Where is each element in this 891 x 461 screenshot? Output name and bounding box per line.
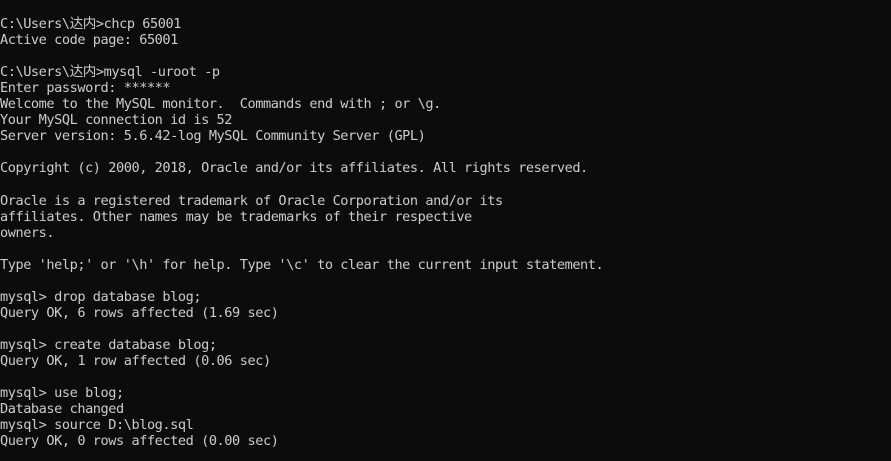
console-line-connection-id: Your MySQL connection id is 52: [0, 112, 233, 129]
console-line-active-code-page: Active code page: 65001: [0, 32, 178, 49]
console-line-database-changed: Database changed: [0, 401, 124, 418]
console-line-server-version: Server version: 5.6.42-log MySQL Communi…: [0, 128, 426, 145]
console-line-copyright: Copyright (c) 2000, 2018, Oracle and/or …: [0, 160, 588, 177]
console-line-trademark-2: affiliates. Other names may be trademark…: [0, 208, 472, 225]
console-line-query-result: Query OK, 6 rows affected (1.69 sec): [0, 304, 279, 321]
console-line-enter-password: Enter password: ******: [0, 80, 171, 97]
console-line-welcome: Welcome to the MySQL monitor. Commands e…: [0, 96, 441, 113]
console-line-use-database: mysql> use blog;: [0, 385, 124, 402]
console-line-drop-database: mysql> drop database blog;: [0, 288, 202, 305]
console-line-query-result: Query OK, 1 row affected (0.06 sec): [0, 352, 271, 369]
console-line-chcp-command: C:\Users\达内>chcp 65001: [0, 16, 181, 32]
console-line-help-hint: Type 'help;' or '\h' for help. Type '\c'…: [0, 256, 604, 273]
console-line-trademark-1: Oracle is a registered trademark of Orac…: [0, 192, 503, 209]
console-window[interactable]: C:\Users\达内>chcp 65001 Active code page:…: [0, 0, 891, 461]
console-line-query-result: Query OK, 0 rows affected (0.00 sec): [0, 433, 279, 450]
console-line-trademark-3: owners.: [0, 224, 55, 241]
console-line-create-database: mysql> create database blog;: [0, 336, 217, 353]
console-line-source-command: mysql> source D:\blog.sql: [0, 417, 194, 434]
console-line-mysql-command: C:\Users\达内>mysql -uroot -p: [0, 64, 220, 81]
console-output: C:\Users\达内>chcp 65001 Active code page:…: [0, 16, 891, 449]
